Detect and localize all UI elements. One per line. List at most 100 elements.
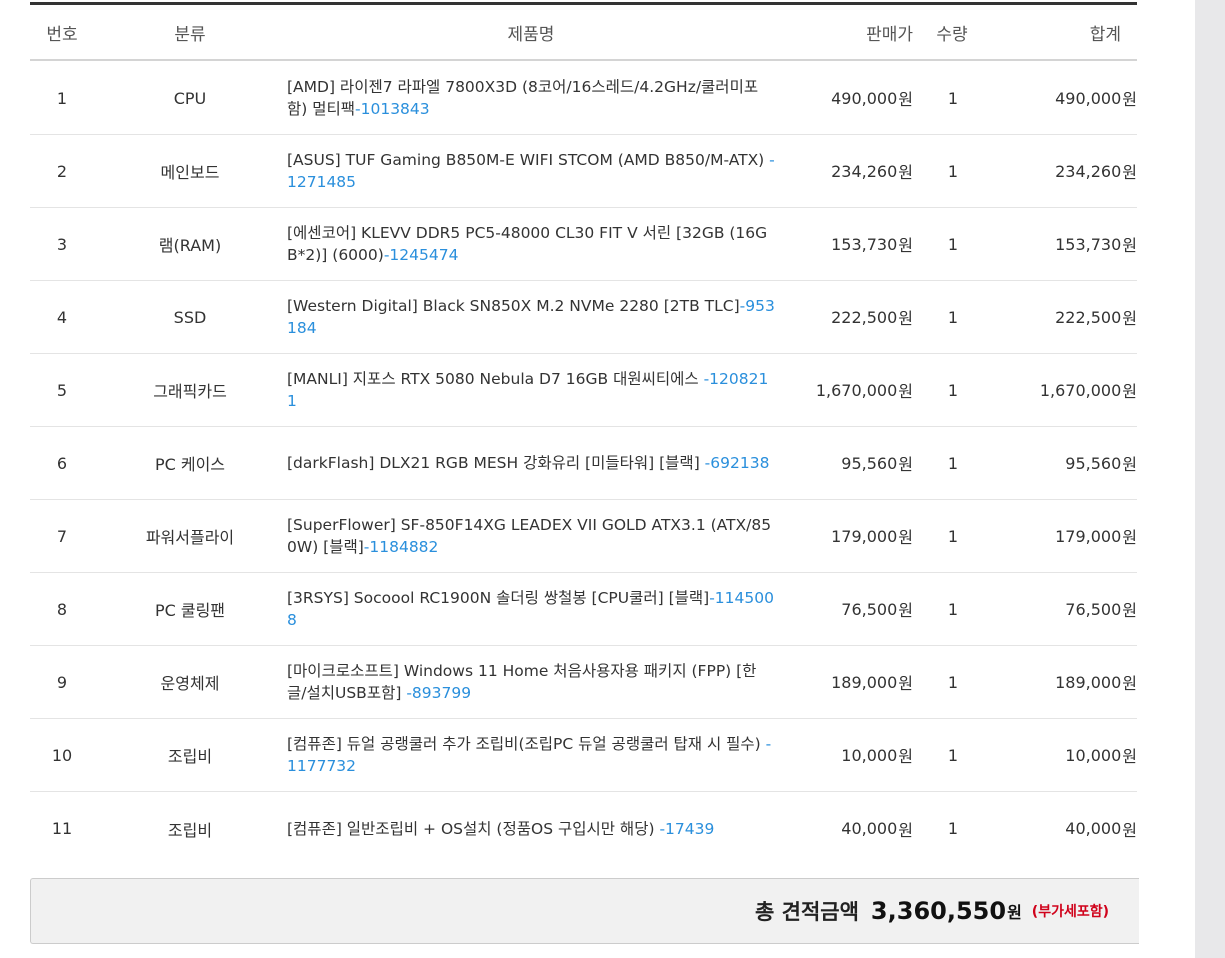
row-total: 222,500 [1055,307,1122,327]
row-category: PC 케이스 [154,455,226,474]
product-code-link[interactable]: -692138 [705,454,770,472]
total-amount: 3,360,550 [870,897,1007,925]
product-code-link[interactable]: -17439 [659,820,714,838]
row-total-cell: 1,670,000 원 [983,354,1137,426]
row-total: 179,000 [1055,526,1122,546]
header-category: 분류 [174,24,206,45]
row-number: 6 [56,453,68,473]
row-product-cell: [MANLI] 지포스 RTX 5080 Nebula D7 16GB 대원씨티… [287,354,775,426]
row-product-cell: [Western Digital] Black SN850X M.2 NVMe … [287,281,775,353]
product-name: [darkFlash] DLX21 RGB MESH 강화유리 [미들타워] [… [287,454,705,472]
header-product-name: 제품명 [507,24,555,45]
row-price-cell: 76,500 원 [775,573,913,645]
row-number: 9 [56,672,68,692]
total-currency-unit: 원 [1007,903,1022,922]
product-name: [3RSYS] Socoool RC1900N 솔더링 쌍철봉 [CPU쿨러] … [287,589,710,607]
row-total-cell: 40,000 원 [983,792,1137,865]
row-total: 40,000 [1065,819,1122,838]
table-row: 2 메인보드 [ASUS] TUF Gaming B850M-E WIFI ST… [30,135,1137,208]
row-product-cell: [ASUS] TUF Gaming B850M-E WIFI STCOM (AM… [287,135,775,207]
currency-unit: 원 [1122,163,1137,182]
row-total: 490,000 [1055,88,1122,108]
table-row: 4 SSD [Western Digital] Black SN850X M.2… [30,281,1137,354]
currency-unit: 원 [1122,382,1137,401]
row-category: 메인보드 [160,163,220,182]
table-row: 11 조립비 [컴퓨존] 일반조립비 + OS설치 (정품OS 구입시만 해당)… [30,792,1137,865]
total-summary-box: 총 견적금액 3,360,550 원 (부가세포함) [30,878,1139,944]
currency-unit: 원 [1122,601,1137,620]
row-price: 95,560 [841,453,898,473]
row-price-cell: 490,000 원 [775,62,913,134]
currency-unit: 원 [898,674,913,693]
row-number: 10 [51,745,73,765]
row-product-cell: [마이크로소프트] Windows 11 Home 처음사용자용 패키지 (FP… [287,646,775,718]
product-name: [SuperFlower] SF-850F14XG LEADEX VII GOL… [287,516,772,556]
row-number: 2 [56,161,68,181]
product-name: [MANLI] 지포스 RTX 5080 Nebula D7 16GB 대원씨티… [287,370,704,388]
header-no: 번호 [46,24,78,45]
header-total: 합계 [1089,24,1121,45]
row-total-cell: 234,260 원 [983,135,1137,207]
row-price: 10,000 [841,745,898,765]
currency-unit: 원 [1122,747,1137,766]
row-number: 1 [56,88,68,108]
row-category: SSD [173,307,207,327]
row-total-cell: 76,500 원 [983,573,1137,645]
vat-included-note: (부가세포함) [1031,904,1109,920]
row-product-cell: [darkFlash] DLX21 RGB MESH 강화유리 [미들타워] [… [287,427,775,499]
row-product-cell: [컴퓨존] 일반조립비 + OS설치 (정품OS 구입시만 해당) -17439 [287,792,775,865]
row-total: 76,500 [1065,599,1122,619]
row-total-cell: 179,000 원 [983,500,1137,572]
currency-unit: 원 [1122,309,1137,328]
table-body: 1 CPU [AMD] 라이젠7 라파엘 7800X3D (8코어/16스레드/… [30,62,1137,865]
row-price-cell: 95,560 원 [775,427,913,499]
row-product-cell: [SuperFlower] SF-850F14XG LEADEX VII GOL… [287,500,775,572]
row-price-cell: 222,500 원 [775,281,913,353]
row-price-cell: 1,670,000 원 [775,354,913,426]
row-total: 153,730 [1055,234,1122,254]
row-price: 490,000 [831,88,898,108]
row-quantity: 1 [947,88,959,108]
table-row: 6 PC 케이스 [darkFlash] DLX21 RGB MESH 강화유리… [30,427,1137,500]
row-number: 3 [56,234,68,254]
row-price-cell: 189,000 원 [775,646,913,718]
row-price: 76,500 [841,599,898,619]
header-quantity: 수량 [936,24,968,45]
row-price: 179,000 [831,526,898,546]
row-category: 조립비 [167,820,213,840]
currency-unit: 원 [898,747,913,766]
table-row: 8 PC 쿨링팬 [3RSYS] Socoool RC1900N 솔더링 쌍철봉… [30,573,1137,646]
row-total-cell: 153,730 원 [983,208,1137,280]
product-code-link[interactable]: -893799 [406,684,471,702]
row-total-cell: 95,560 원 [983,427,1137,499]
row-price-cell: 40,000 원 [775,792,913,865]
currency-unit: 원 [898,455,913,474]
product-code-link[interactable]: -1245474 [384,246,459,264]
table-row: 7 파워서플라이 [SuperFlower] SF-850F14XG LEADE… [30,500,1137,573]
total-label: 총 견적금액 [755,900,859,924]
row-category: 운영체제 [160,674,220,693]
product-code-link[interactable]: -1184882 [364,538,439,556]
row-price: 40,000 [841,819,898,838]
row-price-cell: 234,260 원 [775,135,913,207]
row-total-cell: 10,000 원 [983,719,1137,791]
row-quantity: 1 [947,745,959,765]
row-quantity: 1 [947,380,959,400]
currency-unit: 원 [898,90,913,109]
currency-unit: 원 [1122,236,1137,255]
currency-unit: 원 [898,601,913,620]
row-number: 7 [56,526,68,546]
product-code-link[interactable]: -1013843 [355,100,430,118]
row-price-cell: 153,730 원 [775,208,913,280]
row-category: 파워서플라이 [145,528,235,547]
currency-unit: 원 [898,163,913,182]
row-price-cell: 179,000 원 [775,500,913,572]
row-price: 153,730 [831,234,898,254]
row-price: 189,000 [831,672,898,692]
table-row: 10 조립비 [컴퓨존] 듀얼 공랭쿨러 추가 조립비(조립PC 듀얼 공랭쿨러… [30,719,1137,792]
row-quantity: 1 [947,599,959,619]
product-name: [마이크로소프트] Windows 11 Home 처음사용자용 패키지 (FP… [287,662,757,702]
row-price-cell: 10,000 원 [775,719,913,791]
row-product-cell: [3RSYS] Socoool RC1900N 솔더링 쌍철봉 [CPU쿨러] … [287,573,775,645]
table-row: 3 램(RAM) [에센코어] KLEVV DDR5 PC5-48000 CL3… [30,208,1137,281]
